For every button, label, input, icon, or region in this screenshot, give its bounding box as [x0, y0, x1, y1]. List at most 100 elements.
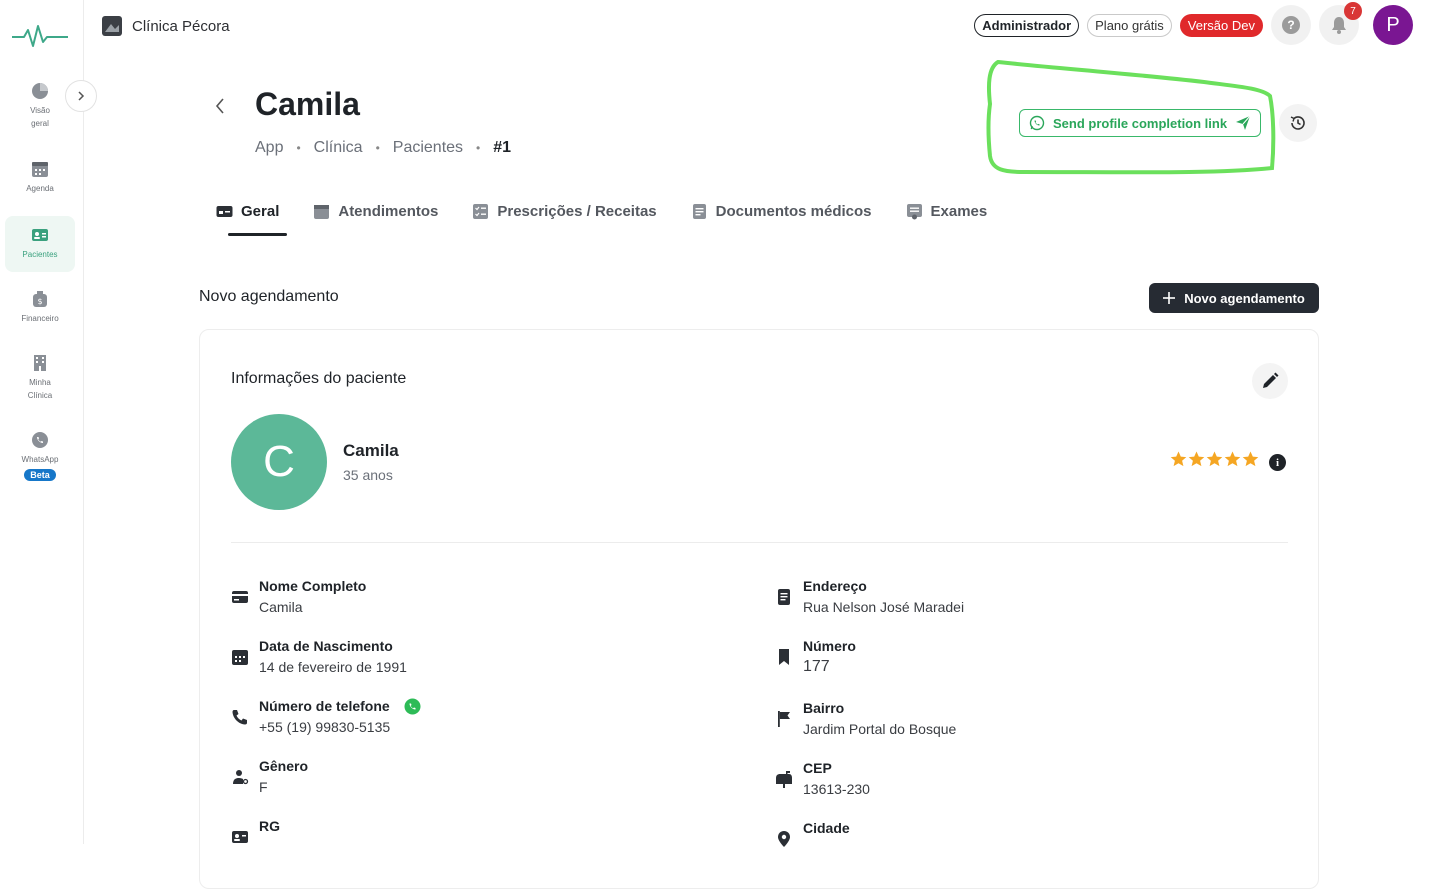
dev-version-badge: Versão Dev — [1179, 13, 1263, 37]
chevron-right-icon — [78, 91, 85, 101]
sidebar: Visão geral Agenda Pacientes $ Financeir… — [0, 0, 84, 844]
clinic-selector[interactable]: Clínica Pécora — [102, 16, 230, 36]
send-icon — [1236, 115, 1251, 130]
breadcrumb-item[interactable]: Pacientes — [393, 139, 463, 157]
person-gender-icon — [233, 770, 249, 785]
card-title: Informações do paciente — [231, 370, 407, 387]
sidebar-item-pacientes[interactable]: Pacientes — [5, 216, 75, 272]
beta-badge: Beta — [24, 469, 56, 481]
patient-info-card: Informações do paciente C Camila 35 anos… — [199, 329, 1319, 889]
tab-label: Exames — [930, 202, 988, 220]
mailbox-icon — [776, 771, 792, 788]
calendar-icon — [314, 204, 330, 219]
heartbeat-logo-icon[interactable] — [12, 22, 68, 50]
tab-label: Prescrições / Receitas — [497, 202, 657, 220]
field-bairro: Bairro Jardim Portal do Bosque — [775, 698, 956, 740]
whatsapp-icon[interactable] — [404, 698, 421, 715]
rating-info-icon[interactable]: i — [1269, 454, 1286, 471]
tab-label: Atendimentos — [338, 202, 439, 220]
clinic-name: Clínica Pécora — [132, 17, 230, 35]
sidebar-item-financeiro[interactable]: $ Financeiro — [5, 284, 75, 325]
user-avatar[interactable]: P — [1373, 5, 1413, 45]
field-label: Cidade — [803, 820, 850, 836]
breadcrumb-separator: • — [476, 141, 481, 155]
sidebar-item-label: WhatsApp — [21, 455, 59, 464]
star-icon — [1242, 451, 1259, 467]
field-label: Nome Completo — [259, 578, 367, 594]
topbar-actions: Administrador Plano grátis Versão Dev ? … — [974, 2, 1413, 45]
document-icon — [778, 589, 790, 605]
pencil-icon — [1263, 372, 1279, 388]
breadcrumb-item[interactable]: App — [255, 139, 283, 157]
tab-prescricoes[interactable]: Prescrições / Receitas — [472, 200, 657, 222]
plan-badge[interactable]: Plano grátis — [1087, 13, 1172, 37]
pie-chart-icon — [32, 83, 48, 99]
field-value: Jardim Portal do Bosque — [803, 721, 957, 737]
breadcrumb-item[interactable]: Clínica — [314, 139, 363, 157]
sidebar-item-whatsapp[interactable]: WhatsApp Beta — [5, 425, 75, 481]
field-nome-completo: Nome Completo Camila — [231, 576, 366, 618]
new-appointment-button[interactable]: Novo agendamento — [1149, 283, 1319, 313]
bell-icon — [1332, 17, 1346, 34]
history-icon — [1290, 116, 1305, 130]
history-button[interactable] — [1279, 104, 1317, 142]
field-value: Rua Nelson José Maradei — [803, 599, 965, 615]
patient-name: Camila — [343, 441, 399, 460]
chevron-left-icon — [215, 98, 224, 114]
field-value: F — [259, 779, 268, 795]
star-icon — [1170, 451, 1187, 467]
field-endereco: Endereço Rua Nelson José Maradei — [775, 576, 964, 618]
field-label: Endereço — [803, 578, 867, 594]
field-telefone: Número de telefone +55 (19) 99830-5135 — [231, 696, 421, 738]
edit-patient-button[interactable] — [1252, 363, 1288, 399]
expand-sidebar-button[interactable] — [65, 80, 97, 112]
section-title: Novo agendamento — [199, 288, 339, 305]
field-label: Número de telefone — [259, 698, 390, 714]
patient-age: 35 anos — [343, 467, 393, 483]
tab-exames[interactable]: Exames — [906, 200, 988, 222]
tab-geral[interactable]: Geral — [216, 200, 288, 236]
page-title: Camila — [255, 86, 360, 122]
help-icon: ? — [1282, 16, 1300, 34]
notification-count-badge: 7 — [1344, 2, 1362, 20]
star-icon — [1206, 451, 1223, 467]
sidebar-item-label: Financeiro — [21, 314, 59, 323]
field-label: Número — [803, 638, 856, 654]
clinic-logo-icon — [102, 16, 122, 36]
exam-icon — [906, 203, 922, 219]
sidebar-item-minha-clinica[interactable]: Minha Clínica — [5, 348, 75, 402]
help-button[interactable]: ? — [1271, 5, 1311, 45]
patient-card-icon — [32, 229, 48, 241]
whatsapp-icon — [1029, 115, 1045, 131]
field-label: Bairro — [803, 700, 845, 716]
field-numero: Número 177 — [775, 636, 856, 678]
tab-documentos[interactable]: Documentos médicos — [691, 200, 872, 222]
breadcrumb-separator: • — [375, 141, 380, 155]
sidebar-item-agenda[interactable]: Agenda — [5, 154, 75, 195]
breadcrumb: App • Clínica • Pacientes • #1 — [255, 139, 511, 157]
field-value: 13613-230 — [803, 781, 870, 797]
sidebar-item-label: Visão geral — [30, 106, 50, 128]
patient-rating — [1170, 451, 1259, 467]
field-cep: CEP 13613-230 — [775, 758, 870, 800]
notifications-button[interactable]: 7 — [1319, 2, 1362, 45]
role-badge: Administrador — [974, 13, 1080, 37]
credit-card-icon — [232, 591, 248, 603]
field-label-row: Número de telefone — [259, 696, 421, 716]
calendar-icon — [232, 650, 248, 665]
checklist-icon — [473, 203, 489, 219]
back-button[interactable] — [208, 94, 232, 118]
field-label: Data de Nascimento — [259, 638, 393, 654]
divider — [231, 542, 1288, 543]
tab-atendimentos[interactable]: Atendimentos — [313, 200, 438, 222]
send-profile-link-button[interactable]: Send profile completion link — [1019, 109, 1262, 137]
field-value: +55 (19) 99830-5135 — [259, 719, 391, 735]
tab-label: Documentos médicos — [715, 202, 872, 220]
sidebar-item-visao-geral[interactable]: Visão geral — [5, 76, 75, 130]
phone-icon — [232, 710, 247, 725]
field-rg: RG — [231, 816, 280, 846]
id-card-icon — [232, 831, 248, 843]
field-data-nascimento: Data de Nascimento 14 de fevereiro de 19… — [231, 636, 407, 678]
field-label: RG — [259, 818, 280, 834]
tab-label: Geral — [241, 202, 280, 220]
